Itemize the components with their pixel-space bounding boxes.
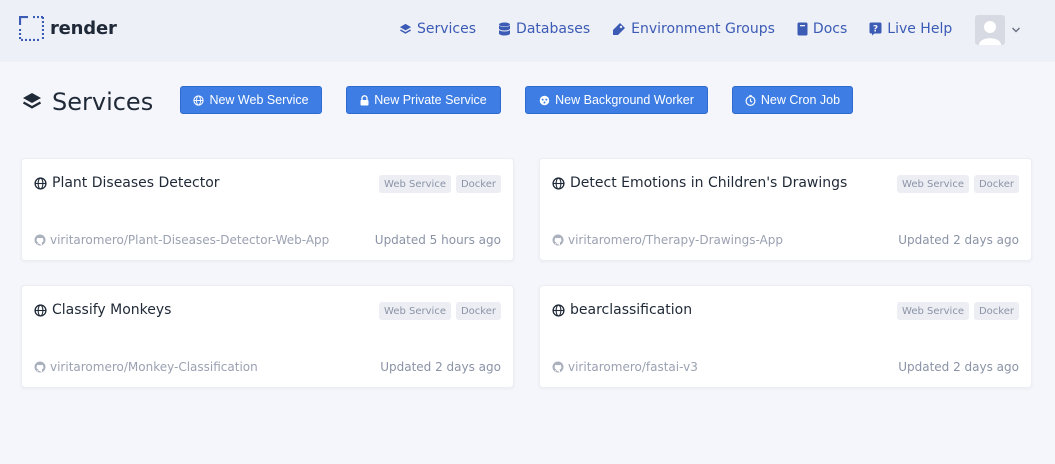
service-repo-link[interactable]: viritaromero/Plant-Diseases-Detector-Web… (34, 233, 329, 247)
svg-text:?: ? (873, 24, 878, 34)
layers-icon (22, 93, 42, 109)
nav-databases[interactable]: Databases (498, 19, 590, 39)
nav-databases-label: Databases (516, 21, 591, 37)
clock-icon (745, 94, 756, 106)
service-repo-link[interactable]: viritaromero/fastai-v3 (552, 360, 698, 374)
github-icon (34, 361, 46, 373)
service-type-badge: Web Service (379, 175, 451, 193)
globe-icon (34, 176, 47, 190)
page-title-text: Services (52, 88, 154, 116)
service-updated: Updated 2 days ago (898, 360, 1019, 374)
service-repo-text: viritaromero/Monkey-Classification (50, 360, 258, 374)
service-repo-text: viritaromero/Therapy-Drawings-App (568, 233, 784, 247)
new-cron-job-button[interactable]: New Cron Job (732, 86, 853, 114)
avatar (975, 15, 1005, 45)
github-icon (552, 234, 564, 246)
book-icon (797, 22, 808, 36)
service-type-badge: Web Service (897, 175, 969, 193)
service-name-text: Classify Monkeys (52, 302, 172, 318)
service-badges: Web Service Docker (892, 302, 1019, 320)
service-repo-link[interactable]: viritaromero/Therapy-Drawings-App (552, 233, 783, 247)
globe-icon (552, 303, 565, 317)
service-env-badge: Docker (973, 302, 1019, 320)
nav-docs-label: Docs (812, 21, 848, 37)
service-card[interactable]: bearclassification Web Service Docker vi… (539, 285, 1032, 388)
nav-services-label: Services (417, 21, 477, 37)
github-icon (552, 361, 564, 373)
service-name-text: bearclassification (570, 302, 693, 318)
user-avatar-icon (979, 21, 1001, 45)
new-background-worker-label: New Background Worker (555, 93, 694, 107)
new-web-service-button[interactable]: New Web Service (180, 86, 322, 114)
new-background-worker-button[interactable]: New Background Worker (525, 86, 708, 114)
service-name[interactable]: Classify Monkeys (34, 302, 171, 318)
service-name[interactable]: Detect Emotions in Children's Drawings (552, 175, 847, 191)
nav-live-help[interactable]: ? Live Help (869, 19, 952, 39)
service-badges: Web Service Docker (374, 175, 501, 193)
help-icon: ? (869, 22, 882, 36)
globe-icon (34, 303, 47, 317)
nav-live-help-label: Live Help (887, 21, 953, 37)
service-badges: Web Service Docker (892, 175, 1019, 193)
service-env-badge: Docker (455, 302, 501, 320)
service-name-text: Plant Diseases Detector (52, 175, 220, 191)
globe-icon (193, 94, 205, 106)
layers-icon (399, 23, 412, 34)
top-navbar: render Services Databases Environment Gr… (0, 0, 1055, 62)
page-title: Services (22, 88, 153, 116)
database-icon (498, 22, 511, 36)
render-logo-icon (18, 15, 45, 42)
service-card[interactable]: Plant Diseases Detector Web Service Dock… (21, 158, 514, 261)
service-card[interactable]: Detect Emotions in Children's Drawings W… (539, 158, 1032, 261)
nav-services[interactable]: Services (399, 19, 476, 39)
service-type-badge: Web Service (379, 302, 451, 320)
lock-icon (360, 94, 369, 105)
render-logo[interactable]: render (18, 15, 117, 42)
service-card[interactable]: Classify Monkeys Web Service Docker viri… (21, 285, 514, 388)
user-menu[interactable] (975, 15, 1021, 45)
chevron-down-icon (1011, 27, 1021, 33)
service-env-badge: Docker (455, 175, 501, 193)
service-repo-text: viritaromero/Plant-Diseases-Detector-Web… (50, 233, 330, 247)
main-nav: Services Databases Environment Groups Do… (399, 19, 974, 39)
new-web-service-label: New Web Service (209, 93, 309, 107)
globe-icon (552, 176, 565, 190)
brand-name: render (50, 18, 117, 39)
service-name[interactable]: Plant Diseases Detector (34, 175, 220, 191)
service-updated: Updated 5 hours ago (374, 233, 501, 247)
worker-icon (539, 95, 550, 105)
service-name-text: Detect Emotions in Children's Drawings (570, 175, 848, 191)
nav-docs[interactable]: Docs (797, 19, 847, 39)
new-private-service-button[interactable]: New Private Service (346, 86, 501, 114)
service-env-badge: Docker (973, 175, 1019, 193)
service-type-badge: Web Service (897, 302, 969, 320)
github-icon (34, 234, 46, 246)
service-repo-text: viritaromero/fastai-v3 (568, 360, 698, 374)
service-repo-link[interactable]: viritaromero/Monkey-Classification (34, 360, 258, 374)
new-private-service-label: New Private Service (374, 93, 487, 107)
tag-icon (613, 23, 626, 35)
service-name[interactable]: bearclassification (552, 302, 692, 318)
nav-environment-groups[interactable]: Environment Groups (612, 19, 775, 39)
service-updated: Updated 2 days ago (898, 233, 1019, 247)
service-updated: Updated 2 days ago (380, 360, 501, 374)
nav-environment-groups-label: Environment Groups (631, 21, 775, 37)
service-badges: Web Service Docker (374, 302, 501, 320)
new-cron-job-label: New Cron Job (760, 93, 841, 107)
